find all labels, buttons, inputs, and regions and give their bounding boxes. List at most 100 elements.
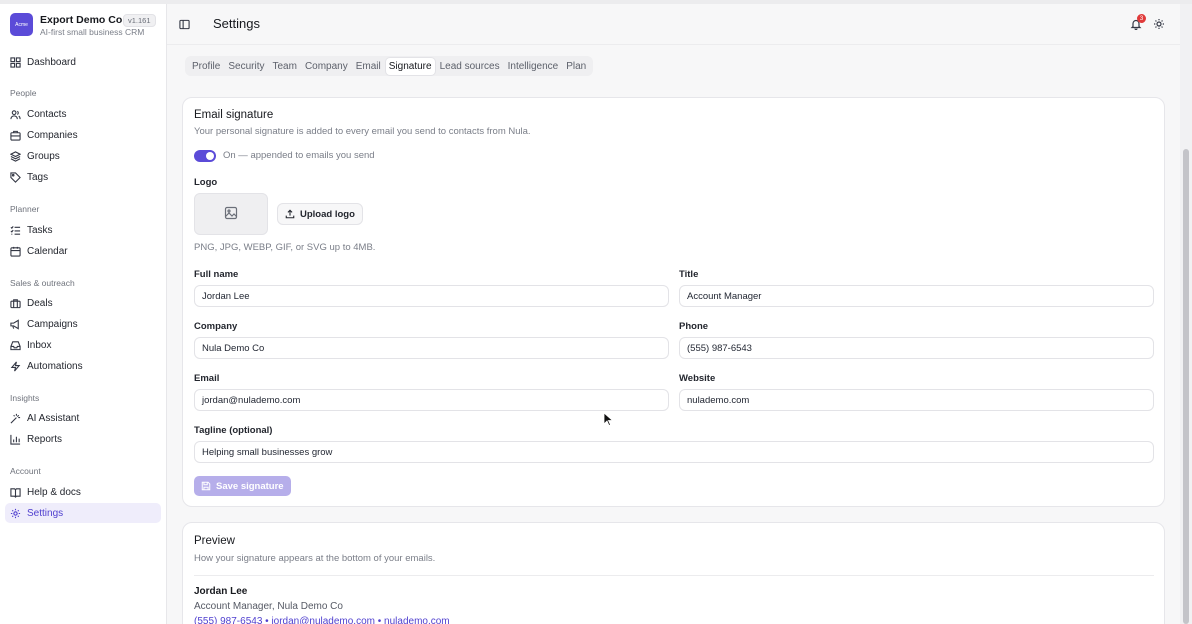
- sidebar-toggle-icon[interactable]: [179, 19, 190, 30]
- preview-name: Jordan Lee: [194, 586, 248, 597]
- sun-icon[interactable]: [1153, 18, 1165, 30]
- tab-signature[interactable]: Signature: [385, 57, 435, 75]
- save-icon: [201, 481, 211, 491]
- briefcase-icon: [10, 298, 21, 309]
- sidebar-item-settings[interactable]: Settings: [5, 503, 161, 523]
- sidebar-item-label: Campaigns: [27, 318, 78, 330]
- tab-team[interactable]: Team: [269, 58, 299, 75]
- signature-enabled-toggle[interactable]: [194, 150, 216, 162]
- brand-logo: Acme: [10, 13, 33, 36]
- company-input[interactable]: Nula Demo Co: [194, 337, 669, 359]
- sidebar-item-label: Deals: [27, 297, 53, 309]
- card-description: Your personal signature is added to ever…: [194, 126, 531, 137]
- email-input[interactable]: jordan@nulademo.com: [194, 389, 669, 411]
- gear-icon: [10, 508, 21, 519]
- megaphone-icon: [10, 318, 21, 330]
- tab-company[interactable]: Company: [302, 58, 351, 75]
- preview-divider: [194, 575, 1154, 576]
- inbox-icon: [10, 340, 21, 351]
- preview-role-line: Account Manager, Nula Demo Co: [194, 601, 343, 612]
- sidebar-item-calendar[interactable]: Calendar: [5, 241, 161, 261]
- sidebar-item-label: Settings: [27, 507, 64, 519]
- toggle-label: On — appended to emails you send: [223, 150, 375, 161]
- preview-card: Preview How your signature appears at th…: [182, 522, 1165, 624]
- sidebar-item-reports[interactable]: Reports: [5, 429, 161, 449]
- top-header: Settings 3: [167, 4, 1180, 45]
- sidebar-item-label: Tags: [27, 171, 49, 183]
- sidebar-item-label: Tasks: [27, 224, 53, 236]
- sidebar-item-label: Contacts: [27, 108, 67, 120]
- lightning-icon: [10, 361, 21, 372]
- sidebar-item-dashboard[interactable]: Dashboard: [5, 52, 161, 72]
- nav-section-people: People: [10, 88, 37, 98]
- sidebar-item-label: Automations: [27, 360, 83, 372]
- phone-label: Phone: [679, 321, 709, 332]
- sidebar-item-ai-assistant[interactable]: AI Assistant: [5, 408, 161, 428]
- tab-profile[interactable]: Profile: [189, 58, 223, 75]
- sidebar-item-groups[interactable]: Groups: [5, 146, 161, 166]
- users-icon: [10, 109, 21, 120]
- brand[interactable]: Acme Export Demo Co AI-first small busin…: [10, 13, 160, 39]
- sidebar-item-label: Help & docs: [27, 486, 81, 498]
- website-input[interactable]: nulademo.com: [679, 389, 1154, 411]
- sidebar-item-help[interactable]: Help & docs: [5, 482, 161, 502]
- nav-section-sales: Sales & outreach: [10, 278, 75, 288]
- nav-section-insights: Insights: [10, 393, 40, 403]
- page-scrollbar[interactable]: [1180, 4, 1192, 624]
- building-icon: [10, 130, 21, 141]
- tag-icon: [10, 171, 21, 183]
- sidebar-item-deals[interactable]: Deals: [5, 293, 161, 313]
- tab-intelligence[interactable]: Intelligence: [505, 58, 562, 75]
- sidebar-item-campaigns[interactable]: Campaigns: [5, 314, 161, 334]
- tagline-label: Tagline (optional): [194, 425, 273, 436]
- sidebar-item-tags[interactable]: Tags: [5, 167, 161, 187]
- brand-name: Export Demo Co: [40, 14, 123, 26]
- full-name-label: Full name: [194, 269, 239, 280]
- sidebar-item-label: Groups: [27, 150, 60, 162]
- grid-icon: [10, 56, 21, 68]
- save-signature-button[interactable]: Save signature: [194, 476, 291, 496]
- company-label: Company: [194, 321, 238, 332]
- sidebar-item-label: AI Assistant: [27, 412, 80, 424]
- nav-section-account: Account: [10, 466, 41, 476]
- logo-label: Logo: [194, 177, 218, 188]
- full-name-input[interactable]: Jordan Lee: [194, 285, 669, 307]
- notification-badge: 3: [1137, 14, 1146, 23]
- title-input[interactable]: Account Manager: [679, 285, 1154, 307]
- sparkle-icon: [10, 413, 21, 424]
- sidebar-item-companies[interactable]: Companies: [5, 125, 161, 145]
- mouse-pointer-icon: [603, 412, 614, 427]
- sidebar-item-tasks[interactable]: Tasks: [5, 220, 161, 240]
- logo-hint: PNG, JPG, WEBP, GIF, or SVG up to 4MB.: [194, 242, 376, 253]
- page-title: Settings: [213, 16, 260, 31]
- preview-title: Preview: [194, 535, 235, 547]
- layers-icon: [10, 150, 21, 162]
- sidebar-item-label: Dashboard: [27, 56, 76, 68]
- preview-contact-line[interactable]: (555) 987-6543 • jordan@nulademo.com • n…: [194, 616, 450, 624]
- scrollbar-thumb[interactable]: [1183, 149, 1189, 624]
- phone-input[interactable]: (555) 987-6543: [679, 337, 1154, 359]
- tagline-input[interactable]: Helping small businesses grow: [194, 441, 1154, 463]
- tab-email[interactable]: Email: [353, 58, 384, 75]
- sidebar-item-label: Reports: [27, 433, 63, 445]
- logo-placeholder[interactable]: [194, 193, 268, 235]
- tab-plan[interactable]: Plan: [563, 58, 589, 75]
- sidebar-item-label: Companies: [27, 129, 78, 141]
- save-signature-label: Save signature: [216, 480, 284, 492]
- sidebar: Acme Export Demo Co AI-first small busin…: [0, 4, 167, 624]
- tab-security[interactable]: Security: [225, 58, 267, 75]
- sidebar-item-automations[interactable]: Automations: [5, 356, 161, 376]
- checklist-icon: [10, 225, 21, 236]
- nav-section-planner: Planner: [10, 204, 40, 214]
- version-badge: v1.161: [123, 14, 156, 27]
- brand-subtitle: AI-first small business CRM: [40, 27, 145, 37]
- sidebar-item-label: Calendar: [27, 245, 68, 257]
- card-title: Email signature: [194, 109, 274, 121]
- sidebar-item-contacts[interactable]: Contacts: [5, 104, 161, 124]
- upload-logo-button[interactable]: Upload logo: [277, 203, 363, 225]
- book-icon: [10, 487, 21, 498]
- tab-lead-sources[interactable]: Lead sources: [437, 58, 503, 75]
- preview-description: How your signature appears at the bottom…: [194, 553, 436, 564]
- sidebar-item-label: Inbox: [27, 339, 52, 351]
- sidebar-item-inbox[interactable]: Inbox: [5, 335, 161, 355]
